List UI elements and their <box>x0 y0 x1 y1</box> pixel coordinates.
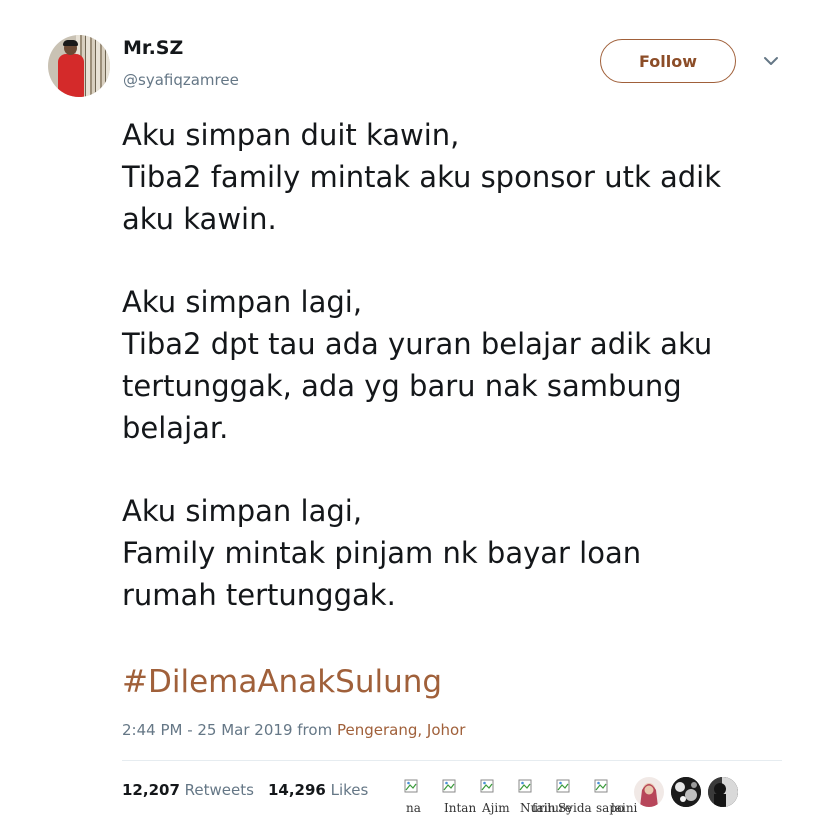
liker-alt-overlap: laini <box>607 777 637 817</box>
retweets-stat[interactable]: 12,207 Retweets <box>122 781 254 799</box>
likes-stat[interactable]: 14,296 Likes <box>268 781 368 799</box>
tweet-line: tertunggak, ada yg baru nak sambung <box>122 369 682 403</box>
author-name[interactable]: Mr.SZ <box>123 37 183 59</box>
tweet-timestamp[interactable]: 2:44 PM - 25 Mar 2019 <box>122 721 293 739</box>
tweet-line: Aku simpan duit kawin, <box>122 118 460 152</box>
tweet-line: Tiba2 family mintak aku sponsor utk adik <box>122 160 721 194</box>
avatar-pattern-icon <box>671 777 701 807</box>
chevron-down-icon[interactable] <box>762 54 780 68</box>
liker-avatar[interactable]: Nurin <box>516 777 556 817</box>
author-avatar[interactable] <box>48 35 110 97</box>
broken-image-icon <box>594 779 608 793</box>
author-handle[interactable]: @syafiqzamree <box>123 71 239 89</box>
liker-avatar[interactable]: Ajim <box>478 777 510 817</box>
liker-alt-text: Nurin <box>520 801 556 815</box>
liker-avatar[interactable]: Syida <box>554 777 592 817</box>
broken-image-icon <box>480 779 494 793</box>
liker-alt-text: Syida <box>558 801 592 815</box>
tweet-line: aku kawin. <box>122 202 277 236</box>
broken-image-icon <box>404 779 418 793</box>
liker-alt-text: na <box>406 801 421 815</box>
broken-image-icon <box>518 779 532 793</box>
likes-label: Likes <box>330 781 369 799</box>
tweet-line: Aku simpan lagi, <box>122 285 363 319</box>
tweet-line: Family mintak pinjam nk bayar loan <box>122 536 642 570</box>
liker-avatar[interactable] <box>708 777 738 807</box>
follow-button[interactable]: Follow <box>600 39 736 83</box>
avatar-hijab-icon <box>640 783 658 807</box>
liker-avatar[interactable]: Intan <box>440 777 476 817</box>
divider <box>122 760 782 761</box>
retweets-count: 12,207 <box>122 781 180 799</box>
tweet-line: Aku simpan lagi, <box>122 494 363 528</box>
tweet-text: Aku simpan duit kawin, Tiba2 family mint… <box>122 114 812 616</box>
liker-avatar[interactable] <box>634 777 664 807</box>
liker-alt-text: Ajim <box>482 801 510 815</box>
liker-alt-text: Intan <box>444 801 477 815</box>
tweet-meta: 2:44 PM - 25 Mar 2019 from Pengerang, Jo… <box>122 721 465 739</box>
liker-avatar[interactable] <box>671 777 701 807</box>
from-label: from <box>297 721 333 739</box>
tweet-stats: 12,207 Retweets 14,296 Likes <box>122 781 368 799</box>
likes-count: 14,296 <box>267 781 326 799</box>
tweet-line: Tiba2 dpt tau ada yuran belajar adik aku <box>122 327 713 361</box>
hashtag-link[interactable]: #DilemaAnakSulung <box>122 664 442 700</box>
broken-image-icon <box>556 779 570 793</box>
retweets-label: Retweets <box>184 781 254 799</box>
liker-alt-text: laini <box>611 801 638 815</box>
location-link[interactable]: Pengerang, Johor <box>337 721 465 739</box>
liker-avatar[interactable]: na <box>402 777 432 817</box>
tweet-line: rumah tertunggak. <box>122 578 396 612</box>
avatar-silhouette-icon <box>708 777 738 807</box>
tweet-line: belajar. <box>122 411 229 445</box>
broken-image-icon <box>442 779 456 793</box>
